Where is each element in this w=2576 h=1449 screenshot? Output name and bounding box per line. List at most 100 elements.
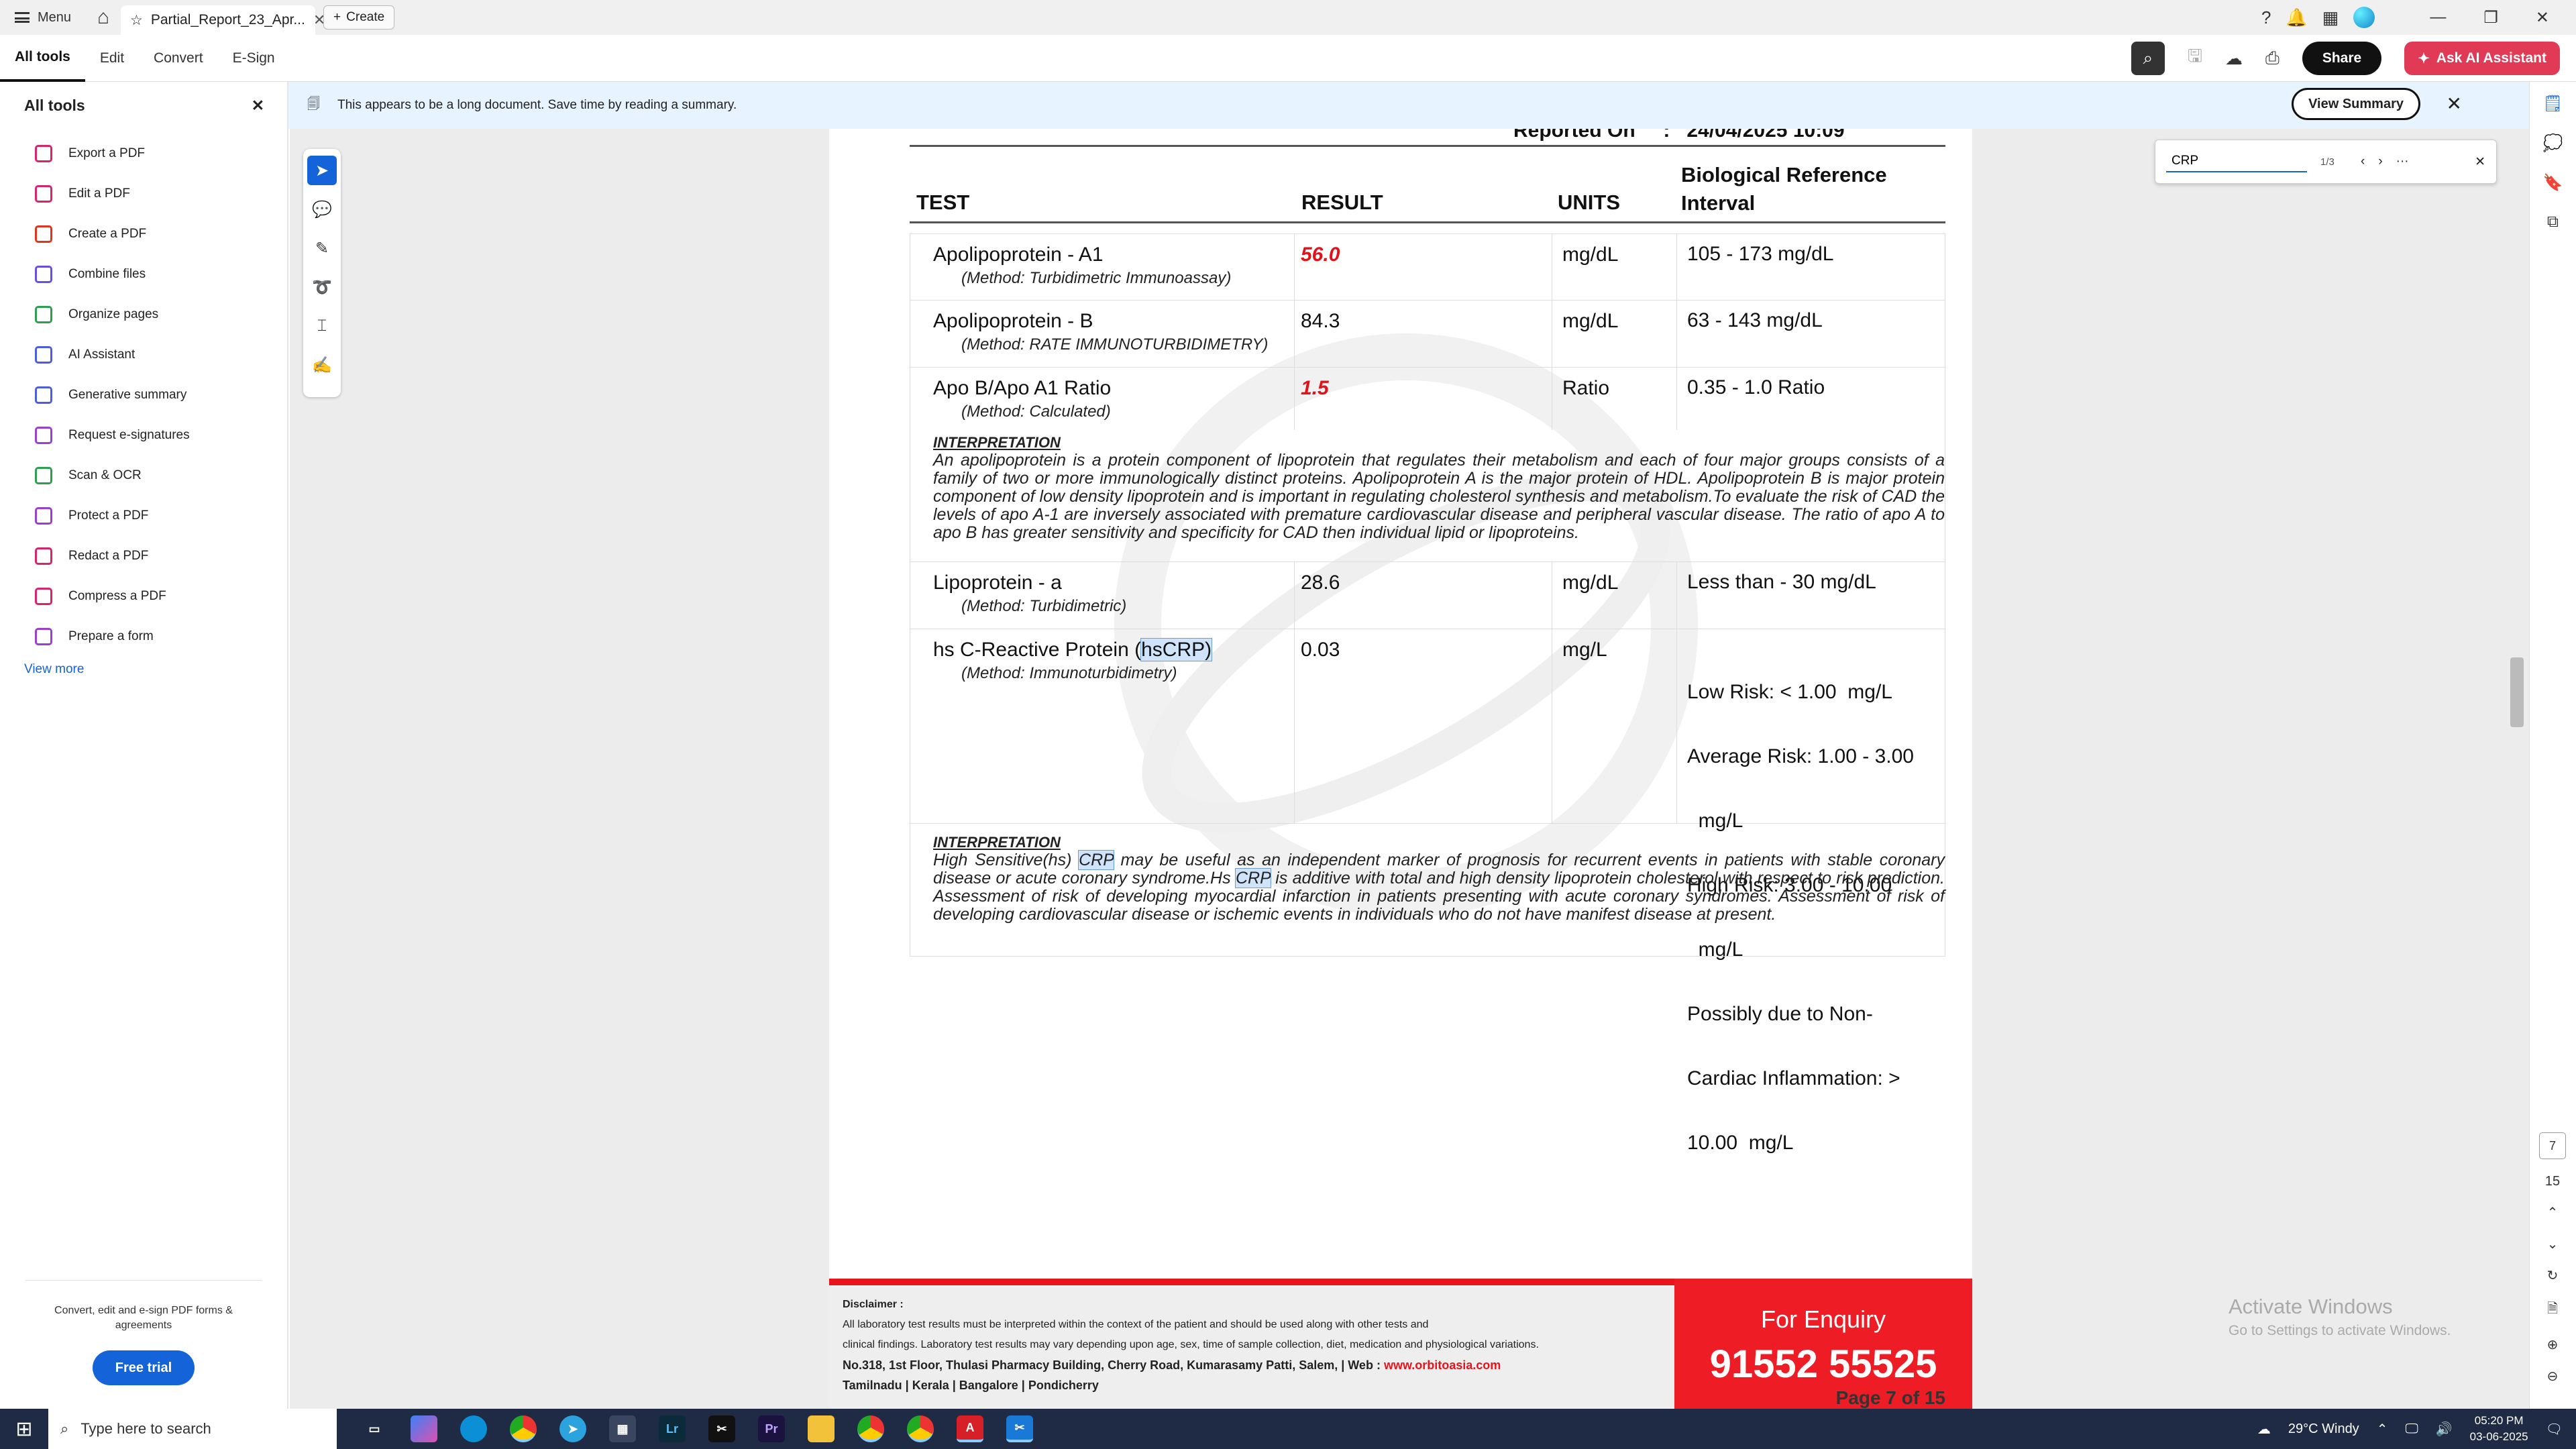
tab-all-tools[interactable]: All tools: [0, 35, 85, 82]
telegram-icon[interactable]: ➤: [559, 1415, 586, 1442]
star-icon[interactable]: ☆: [130, 12, 143, 29]
zoom-out-icon[interactable]: ⊖: [2547, 1368, 2559, 1385]
test-unit: mg/dL: [1562, 572, 1619, 594]
search-icon[interactable]: ⌕: [2131, 42, 2165, 75]
window-controls: — ❐ ✕: [2430, 8, 2549, 28]
create-button[interactable]: + Create: [323, 5, 395, 30]
zoom-in-icon[interactable]: ⊕: [2547, 1336, 2559, 1353]
ask-ai-button[interactable]: ✦ Ask AI Assistant: [2404, 42, 2560, 75]
pages-icon[interactable]: ⧉: [2547, 213, 2559, 231]
test-unit: mg/dL: [1562, 244, 1619, 266]
tool-icon: [35, 145, 52, 162]
next-result-icon[interactable]: ›: [2378, 154, 2382, 169]
upload-cloud-icon[interactable]: ☁: [2225, 48, 2243, 69]
sidebar-item-request-e-signatures[interactable]: Request e-signatures: [0, 415, 287, 455]
windows-start-icon[interactable]: ⊞: [0, 1417, 48, 1441]
sidebar-item-create-a-pdf[interactable]: Create a PDF: [0, 214, 287, 254]
scrollbar-thumb[interactable]: [2510, 657, 2524, 727]
comment-panel-icon[interactable]: 💭: [2543, 133, 2563, 153]
taskbar-search[interactable]: ⌕ Type here to search: [48, 1409, 337, 1449]
home-icon[interactable]: ⌂: [86, 0, 121, 35]
notifications-icon[interactable]: 🗨: [2546, 1421, 2563, 1438]
tab-edit[interactable]: Edit: [85, 35, 139, 82]
network-icon[interactable]: 🖵: [2405, 1421, 2418, 1437]
find-input[interactable]: [2166, 151, 2307, 172]
show-hidden-icon[interactable]: ⌃: [2377, 1421, 2388, 1438]
sidebar-item-ai-assistant[interactable]: AI Assistant: [0, 335, 287, 375]
sign-icon[interactable]: ✍: [307, 350, 337, 380]
sidebar-item-redact-a-pdf[interactable]: Redact a PDF: [0, 536, 287, 576]
print-icon[interactable]: ⎙: [2265, 48, 2279, 69]
summary-panel-icon[interactable]: 🗒: [2542, 94, 2563, 113]
restore-icon[interactable]: ❐: [2483, 8, 2498, 28]
sidebar-item-generative-summary[interactable]: Generative summary: [0, 375, 287, 415]
calculator-icon[interactable]: ▦: [609, 1415, 636, 1442]
next-page-icon[interactable]: ⌄: [2547, 1236, 2559, 1252]
ref-line: Low Risk: < 1.00 mg/L: [1687, 681, 1892, 703]
sidebar-item-compress-a-pdf[interactable]: Compress a PDF: [0, 576, 287, 616]
test-unit: Ratio: [1562, 377, 1610, 399]
more-options-icon[interactable]: ···: [2396, 154, 2409, 169]
page-thumbnail-icon[interactable]: 🗎: [2547, 1299, 2558, 1322]
copilot-icon[interactable]: [411, 1415, 437, 1442]
sidebar-item-protect-a-pdf[interactable]: Protect a PDF: [0, 496, 287, 536]
website-link[interactable]: www.orbitoasia.com: [1384, 1358, 1501, 1372]
select-cursor-icon[interactable]: ➤: [307, 156, 337, 185]
menu-button[interactable]: Menu: [0, 0, 86, 35]
document-tab[interactable]: ☆ Partial_Report_23_Apr... ✕: [121, 5, 325, 35]
chrome-profile-icon[interactable]: [857, 1415, 884, 1442]
sidebar-item-export-a-pdf[interactable]: Export a PDF: [0, 133, 287, 174]
close-panel-icon[interactable]: ✕: [252, 97, 264, 115]
view-summary-button[interactable]: View Summary: [2292, 88, 2420, 120]
test-name: hs C-Reactive Protein (hsCRP): [933, 638, 1213, 661]
rotate-icon[interactable]: ↻: [2547, 1267, 2559, 1284]
chrome-icon[interactable]: [510, 1415, 537, 1442]
clock[interactable]: 05:20 PM 03-06-2025: [2470, 1413, 2528, 1445]
avatar[interactable]: [2353, 7, 2375, 28]
test-method: (Method: Calculated): [961, 402, 1111, 421]
apps-grid-icon[interactable]: ▦: [2322, 7, 2339, 28]
sidebar-item-combine-files[interactable]: Combine files: [0, 254, 287, 294]
tab-esign[interactable]: E-Sign: [218, 35, 290, 82]
acrobat-icon[interactable]: A: [957, 1415, 983, 1442]
volume-icon[interactable]: 🔊: [2436, 1421, 2453, 1438]
close-banner-icon[interactable]: ✕: [2447, 93, 2462, 115]
file-explorer-icon[interactable]: [808, 1415, 835, 1442]
capcut-icon[interactable]: ✂: [708, 1415, 735, 1442]
bookmark-icon[interactable]: 🔖: [2543, 173, 2563, 193]
test-ref: Less than - 30 mg/dL: [1687, 571, 1876, 593]
weather-icon[interactable]: ☁: [2257, 1421, 2271, 1438]
test-method: (Method: RATE IMMUNOTURBIDIMETRY): [961, 335, 1269, 354]
page-number-input[interactable]: 7: [2539, 1132, 2566, 1159]
title-bar-right: ? 🔔 ▦ — ❐ ✕: [2261, 0, 2576, 35]
help-icon[interactable]: ?: [2261, 7, 2271, 28]
view-more-link[interactable]: View more: [0, 662, 287, 677]
previous-result-icon[interactable]: ‹: [2361, 154, 2365, 169]
share-button[interactable]: Share: [2302, 42, 2382, 75]
minimize-icon[interactable]: —: [2430, 8, 2446, 28]
snipping-tool-icon[interactable]: ✂: [1006, 1415, 1033, 1442]
text-select-icon[interactable]: ⌶: [307, 311, 337, 341]
save-icon[interactable]: 🖫: [2188, 44, 2202, 73]
chrome-profile-2-icon[interactable]: [907, 1415, 934, 1442]
highlight-pen-icon[interactable]: ✎: [307, 233, 337, 263]
weather-text[interactable]: 29°C Windy: [2288, 1421, 2359, 1437]
task-view-icon[interactable]: ▭: [361, 1415, 388, 1442]
sidebar-item-edit-a-pdf[interactable]: Edit a PDF: [0, 174, 287, 214]
premiere-icon[interactable]: Pr: [758, 1415, 785, 1442]
sidebar-item-prepare-a-form[interactable]: Prepare a form: [0, 616, 287, 657]
sidebar-item-scan-ocr[interactable]: Scan & OCR: [0, 455, 287, 496]
tab-convert[interactable]: Convert: [139, 35, 218, 82]
sidebar-item-organize-pages[interactable]: Organize pages: [0, 294, 287, 335]
edge-icon[interactable]: [460, 1415, 487, 1442]
divider: [1676, 562, 1677, 629]
close-find-icon[interactable]: ✕: [2475, 154, 2485, 170]
comment-icon[interactable]: 💬: [307, 195, 337, 224]
prev-page-icon[interactable]: ⌃: [2547, 1204, 2559, 1221]
lasso-draw-icon[interactable]: ➰: [307, 272, 337, 302]
close-window-icon[interactable]: ✕: [2536, 8, 2549, 28]
bell-icon[interactable]: 🔔: [2286, 7, 2307, 28]
lightroom-icon[interactable]: Lr: [659, 1415, 686, 1442]
search-highlight: hsCRP): [1140, 638, 1213, 661]
free-trial-button[interactable]: Free trial: [92, 1350, 195, 1385]
